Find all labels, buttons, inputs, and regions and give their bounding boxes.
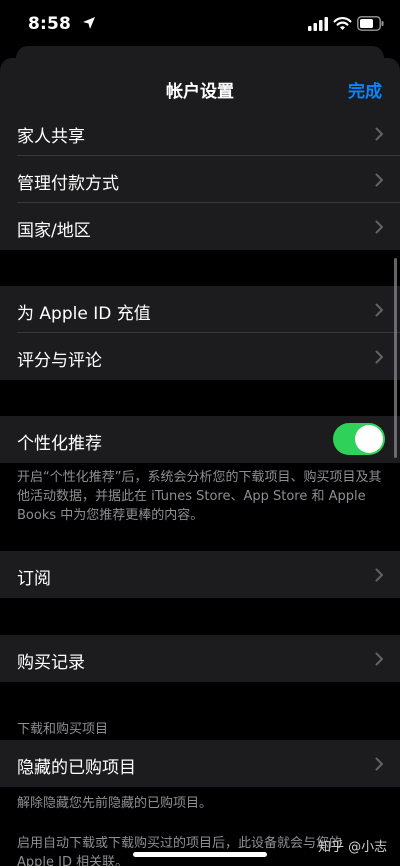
status-time: 8:58 [28,14,72,34]
purchase-history-row[interactable]: 购买记录 [0,635,400,682]
chevron-right-icon [375,757,383,771]
chevron-right-icon [375,127,383,141]
battery-icon [357,16,384,31]
nav-bar: 帐户设置 完成 [0,58,400,118]
add-funds-label: 为 Apple ID 充值 [17,304,151,324]
manage-payment-row[interactable]: 管理付款方式 [0,156,400,203]
country-region-row[interactable]: 国家/地区 [0,203,400,250]
toggle-knob [355,425,383,453]
scroll-indicator [394,258,397,458]
family-sharing-label: 家人共享 [17,127,85,147]
home-indicator[interactable] [133,852,267,857]
country-region-label: 国家/地区 [17,221,91,241]
status-bar: 8:58 [0,0,400,50]
add-funds-row[interactable]: 为 Apple ID 充值 [0,286,400,333]
chevron-right-icon [375,303,383,317]
manage-payment-label: 管理付款方式 [17,174,119,194]
location-arrow-icon [83,17,95,29]
chevron-right-icon [375,173,383,187]
page-title: 帐户设置 [166,82,234,102]
chevron-right-icon [375,220,383,234]
hidden-purchases-row[interactable]: 隐藏的已购项目 [0,740,400,787]
account-settings-sheet: 帐户设置 完成 家人共享 管理付款方式 国家/地区 为 Apple ID 充值 … [0,58,400,866]
purchase-history-label: 购买记录 [17,653,85,673]
chevron-right-icon [375,568,383,582]
cellular-signal-icon [308,17,328,31]
ratings-reviews-label: 评分与评论 [17,351,102,371]
hidden-purchases-footer: 解除隐藏您先前隐藏的已购项目。 [17,796,213,811]
subscriptions-label: 订阅 [17,569,51,589]
personalized-recommendations-toggle[interactable] [333,423,385,455]
hidden-purchases-label: 隐藏的已购项目 [17,758,136,778]
downloads-section-header: 下载和购买项目 [17,722,109,737]
ratings-reviews-row[interactable]: 评分与评论 [0,333,400,380]
wifi-icon [333,17,352,30]
chevron-right-icon [375,652,383,666]
personalized-recommendations-label: 个性化推荐 [17,434,102,454]
family-sharing-row[interactable]: 家人共享 [0,118,400,156]
watermark: 知乎 @小志 [318,840,388,855]
subscriptions-row[interactable]: 订阅 [0,551,400,598]
personalization-footer: 开启“个性化推荐”后，系统会分析您的下载项目、购买项目及其他活动数据，并据此在 … [17,470,382,523]
chevron-right-icon [375,350,383,364]
personalized-recommendations-row: 个性化推荐 [0,416,400,463]
done-button[interactable]: 完成 [348,77,382,102]
